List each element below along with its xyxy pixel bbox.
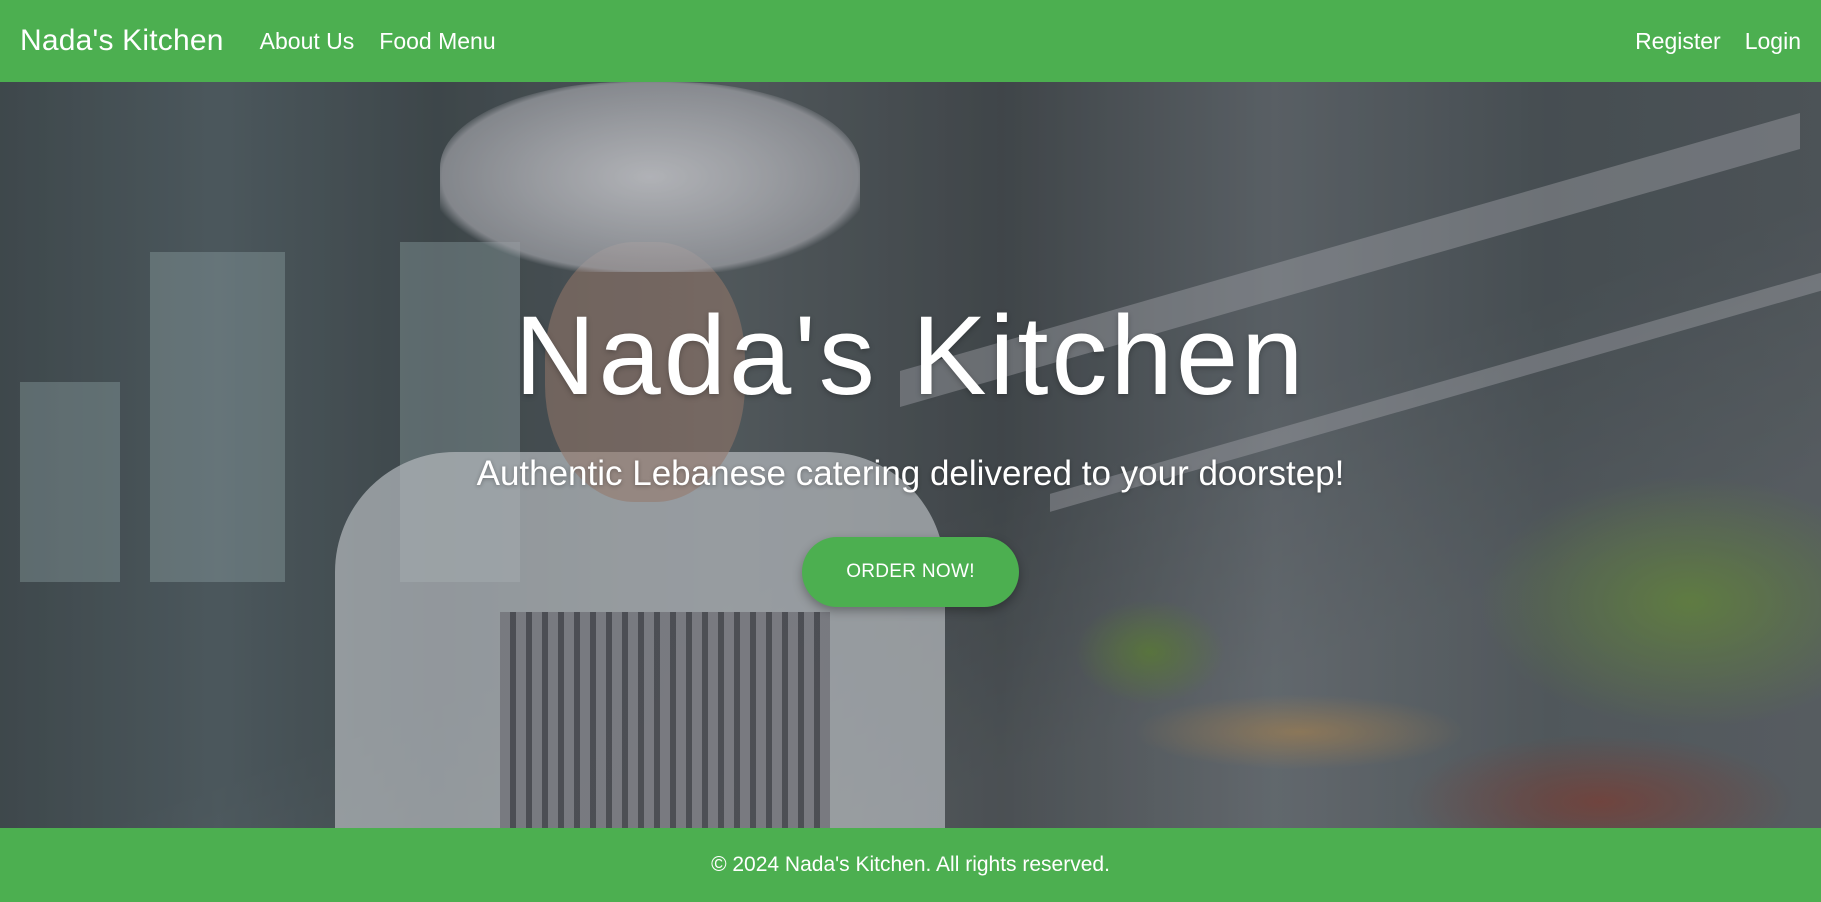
page-footer: © 2024 Nada's Kitchen. All rights reserv… (0, 828, 1821, 902)
nav-auth-links: Register Login (1611, 28, 1801, 55)
footer-copyright: © 2024 Nada's Kitchen. All rights reserv… (711, 853, 1110, 876)
nav-link-about-us[interactable]: About Us (260, 28, 355, 55)
hero-subtitle: Authentic Lebanese catering delivered to… (476, 454, 1345, 493)
nav-link-register[interactable]: Register (1635, 28, 1721, 55)
top-navbar: Nada's Kitchen About Us Food Menu Regist… (0, 0, 1821, 82)
hero-title: Nada's Kitchen (514, 293, 1307, 418)
hero-content: Nada's Kitchen Authentic Lebanese cateri… (0, 82, 1821, 828)
hero-section: Nada's Kitchen Authentic Lebanese cateri… (0, 82, 1821, 828)
order-now-button[interactable]: ORDER NOW! (802, 537, 1019, 607)
nav-link-login[interactable]: Login (1745, 28, 1801, 55)
nav-link-food-menu[interactable]: Food Menu (379, 28, 495, 55)
brand-logo-link[interactable]: Nada's Kitchen (20, 24, 224, 58)
